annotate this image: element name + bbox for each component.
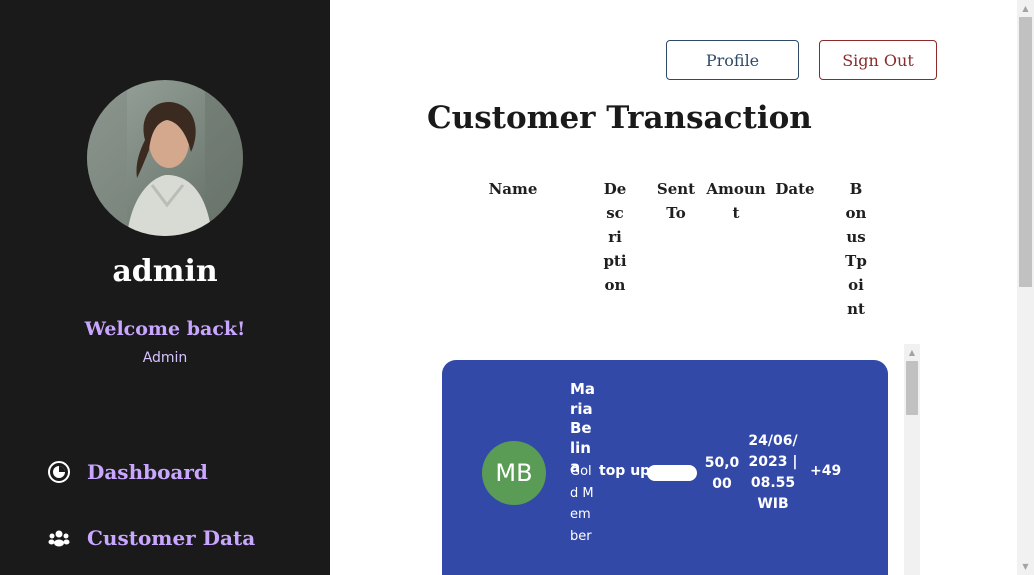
page-scroll-down-icon[interactable]: ▼ — [1017, 558, 1034, 575]
column-header-amount: Amount — [706, 180, 766, 222]
column-header-date: Date — [775, 180, 815, 198]
username: admin — [112, 254, 218, 289]
transaction-sent-to — [647, 465, 697, 481]
transaction-date: 24/06/ 2023 | 08.55 WIB — [748, 433, 798, 512]
dashboard-icon — [47, 460, 71, 484]
column-header-sent-to: Sent To — [656, 180, 696, 222]
column-header-description: Description — [603, 180, 627, 294]
customer-initials-avatar: MB — [482, 441, 546, 505]
nav-dashboard-label: Dashboard — [87, 460, 208, 484]
user-role: Admin — [142, 350, 188, 366]
column-header-name: Name — [488, 180, 538, 198]
nav-customer-data-label: Customer Data — [87, 526, 256, 550]
page-scroll-up-icon[interactable]: ▲ — [1017, 0, 1034, 17]
nav-dashboard[interactable]: Dashboard — [47, 460, 208, 484]
profile-button[interactable]: Profile — [666, 40, 799, 80]
users-icon — [47, 526, 71, 550]
scroll-up-arrow-icon[interactable]: ▲ — [904, 344, 920, 360]
transaction-list-scroll-thumb[interactable] — [906, 361, 918, 415]
customer-membership: Gold Member — [570, 464, 594, 544]
transaction-description: top up — [599, 463, 651, 479]
transaction-amount: 50,000 — [704, 455, 740, 492]
column-header-bonus-point: BonusTpoint — [845, 180, 867, 318]
avatar — [87, 80, 243, 236]
page-title: Customer Transaction — [427, 100, 812, 136]
nav-customer-data[interactable]: Customer Data — [47, 526, 255, 550]
sign-out-button[interactable]: Sign Out — [819, 40, 937, 80]
transaction-bonus: +49 — [810, 463, 842, 479]
welcome-text: Welcome back! — [84, 318, 246, 340]
page-scroll-thumb[interactable] — [1019, 17, 1032, 287]
